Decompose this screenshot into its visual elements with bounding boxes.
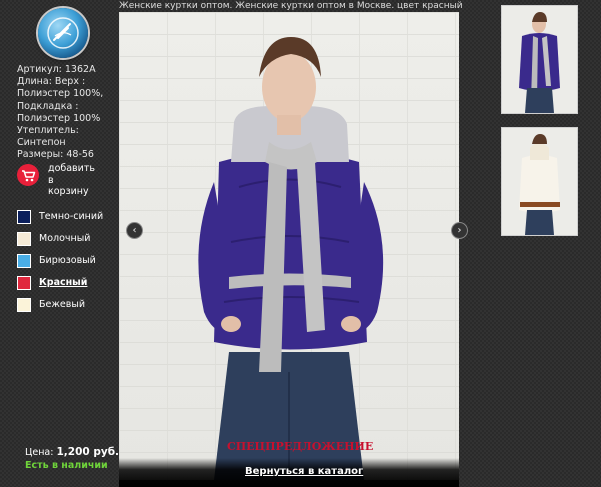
logo-icon [47, 17, 79, 49]
color-option-milky[interactable]: Молочный [17, 232, 117, 254]
back-to-catalog-link[interactable]: Вернуться в каталог [245, 466, 363, 477]
model-illustration [198, 37, 384, 480]
color-label[interactable]: Молочный [39, 233, 90, 244]
prev-image-button[interactable]: ‹ [126, 222, 143, 239]
price-label: Цена: [25, 447, 54, 458]
product-specs: Артикул: 1362A Длина: Верх : Полиэстер 1… [17, 64, 117, 162]
spec-sizes: Размеры: 48-56 [17, 149, 94, 161]
spec-outer: Полиэстер 100%, [17, 88, 104, 100]
cart-icon [17, 164, 39, 186]
chevron-right-icon: › [457, 225, 462, 236]
color-option-beige[interactable]: Бежевый [17, 298, 117, 320]
chevron-left-icon: ‹ [132, 225, 137, 236]
color-list: Темно-синий Молочный Бирюзовый Красный Б… [17, 210, 117, 320]
spec-insulation: Синтепон [17, 137, 66, 149]
color-label[interactable]: Бирюзовый [39, 255, 96, 266]
spec-length: Длина: Верх : [17, 76, 86, 88]
spec-lining: Полиэстер 100% [17, 112, 101, 124]
color-label-active[interactable]: Красный [39, 277, 87, 288]
color-swatch[interactable] [17, 232, 31, 246]
price: Цена: 1,200 руб. [25, 446, 119, 458]
color-label[interactable]: Темно-синий [39, 211, 103, 222]
color-option-turquoise[interactable]: Бирюзовый [17, 254, 117, 276]
add-to-cart-label[interactable]: добавить в корзину [48, 163, 118, 198]
color-swatch[interactable] [17, 276, 31, 290]
thumbnail-front-image [502, 6, 577, 113]
spec-article: Артикул: 1362A [17, 64, 96, 75]
thumbnail-front[interactable] [501, 5, 578, 114]
add-to-cart-button[interactable]: добавить в корзину [17, 163, 118, 204]
logo[interactable] [38, 8, 88, 58]
thumbnail-back[interactable] [501, 127, 578, 236]
thumbnail-back-image [502, 128, 577, 235]
spec-lining-label: Подкладка : [17, 100, 79, 112]
main-product-image[interactable] [119, 12, 459, 480]
price-value: 1,200 руб. [56, 446, 120, 458]
color-option-red[interactable]: Красный [17, 276, 117, 298]
image-caption: Женские куртки оптом. Женские куртки опт… [119, 1, 463, 11]
next-image-button[interactable]: › [451, 222, 468, 239]
color-swatch[interactable] [17, 210, 31, 224]
spec-insulation-label: Утеплитель: [17, 125, 79, 137]
color-option-navy[interactable]: Темно-синий [17, 210, 117, 232]
color-label[interactable]: Бежевый [39, 299, 85, 310]
color-swatch[interactable] [17, 254, 31, 268]
stock-status: Есть в наличии [25, 460, 108, 471]
color-swatch[interactable] [17, 298, 31, 312]
